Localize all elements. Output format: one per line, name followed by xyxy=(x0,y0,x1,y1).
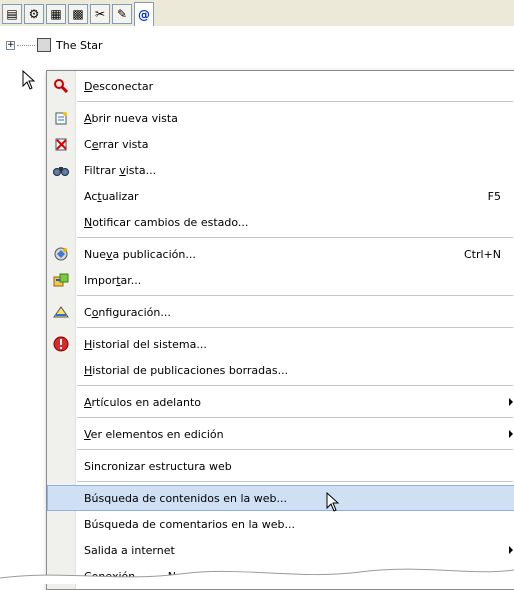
menu-separator xyxy=(77,449,513,450)
menu-item-label: Sincronizar estructura web xyxy=(84,459,232,473)
menu-item-filtrar-vista[interactable]: Filtrar vista... xyxy=(47,157,514,183)
submenu-arrow-icon xyxy=(509,546,513,554)
at-icon[interactable]: @ xyxy=(134,2,154,26)
shortcut-label: Ctrl+N xyxy=(463,247,501,261)
menu-item-configuracion[interactable]: Configuración... xyxy=(47,299,514,325)
menu-item-label: Ver elementos en edición xyxy=(84,427,224,441)
history-icon xyxy=(53,336,69,352)
menu-item-importar[interactable]: Importar... xyxy=(47,267,514,293)
tree-node-label: The Star xyxy=(56,38,103,52)
tab-glyph: ✂ xyxy=(94,7,106,21)
menu-item-label: Desconectar xyxy=(84,79,154,93)
menu-item-label: Nueva publicación... xyxy=(84,247,196,261)
menu-item-busqueda-contenidos[interactable]: Búsqueda de contenidos en la web... xyxy=(47,485,514,511)
menu-separator xyxy=(77,295,513,296)
settings-icon xyxy=(53,304,69,320)
menu-item-notificar-cambios[interactable]: Notificar cambios de estado... xyxy=(47,209,514,235)
mouse-pointer-icon xyxy=(326,492,340,512)
tree-connector xyxy=(17,44,35,46)
magnifier-disconnect-icon xyxy=(53,78,69,94)
site-tree: + The Star xyxy=(0,26,514,66)
tab-glyph: ▦ xyxy=(50,7,62,21)
menu-item-label: Actualizar xyxy=(84,189,139,203)
menu-item-busqueda-comentarios[interactable]: Búsqueda de comentarios en la web... xyxy=(47,511,514,537)
menu-item-label: Notificar cambios de estado... xyxy=(84,215,249,229)
menu-item-desconectar[interactable]: Desconectar xyxy=(47,73,514,99)
new-publication-icon xyxy=(53,246,69,262)
menu-item-label: Filtrar vista... xyxy=(84,163,157,177)
menu-item-cerrar-vista[interactable]: Cerrar vista xyxy=(47,131,514,157)
torn-edge-decoration xyxy=(0,568,514,584)
menu-item-articulos-adelanto[interactable]: Artículos en adelanto xyxy=(47,389,514,415)
menu-item-label: Artículos en adelanto xyxy=(84,395,201,409)
menu-item-abrir-nueva-vista[interactable]: Abrir nueva vista xyxy=(47,105,514,131)
menu-item-ver-elementos[interactable]: Ver elementos en edición xyxy=(47,421,514,447)
menu-separator xyxy=(77,101,513,102)
import-icon xyxy=(53,272,69,288)
menu-separator xyxy=(77,385,513,386)
menu-item-label: Historial de publicaciones borradas... xyxy=(84,363,289,377)
context-menu: Desconectar Abrir nueva vista Cerrar vis… xyxy=(46,70,514,590)
shortcut-label: F5 xyxy=(487,189,501,203)
submenu-arrow-icon xyxy=(509,398,513,406)
submenu-arrow-icon xyxy=(509,430,513,438)
tab-glyph: ✎ xyxy=(116,7,128,21)
menu-item-label: Salida a internet xyxy=(84,543,175,557)
expand-icon[interactable]: + xyxy=(6,40,15,50)
menu-separator xyxy=(77,327,513,328)
binoculars-icon xyxy=(53,162,69,178)
palette-icon[interactable]: ▩ xyxy=(68,4,88,24)
tree-node-root[interactable]: + The Star xyxy=(6,37,103,53)
menu-item-actualizar[interactable]: Actualizar F5 xyxy=(47,183,514,209)
menu-item-nueva-publicacion[interactable]: Nueva publicación... Ctrl+N xyxy=(47,241,514,267)
menu-separator xyxy=(77,417,513,418)
menu-item-label: Historial del sistema... xyxy=(84,337,207,351)
menu-separator xyxy=(77,481,513,482)
menu-item-label: Cerrar vista xyxy=(84,137,149,151)
newspaper-icon[interactable]: ▤ xyxy=(2,4,22,24)
tab-glyph: @ xyxy=(138,7,150,22)
menu-item-label: Configuración... xyxy=(84,305,171,319)
toolbar-tab-strip: ▤ ⚙ ▦ ▩ ✂ ✎ @ xyxy=(0,0,514,27)
menu-item-label: Búsqueda de comentarios en la web... xyxy=(84,517,296,531)
menu-item-label: Búsqueda de contenidos en la web... xyxy=(84,491,288,505)
grid-icon[interactable]: ▦ xyxy=(46,4,66,24)
menu-item-historial-borradas[interactable]: Historial de publicaciones borradas... xyxy=(47,357,514,383)
tab-glyph: ▩ xyxy=(72,7,84,21)
menu-item-label: Importar... xyxy=(84,273,142,287)
menu-separator xyxy=(77,237,513,238)
tab-glyph: ▤ xyxy=(6,7,18,21)
menu-item-historial-sistema[interactable]: Historial del sistema... xyxy=(47,331,514,357)
new-view-icon xyxy=(53,110,69,126)
close-view-icon xyxy=(53,136,69,152)
wrench-icon[interactable]: ✎ xyxy=(112,4,132,24)
newspaper-node-icon xyxy=(37,38,51,52)
menu-item-label: Abrir nueva vista xyxy=(84,111,178,125)
tab-glyph: ⚙ xyxy=(28,7,40,21)
mouse-pointer-icon xyxy=(22,70,36,90)
tools-icon[interactable]: ✂ xyxy=(90,4,110,24)
gear-icon[interactable]: ⚙ xyxy=(24,4,44,24)
menu-item-sincronizar[interactable]: Sincronizar estructura web xyxy=(47,453,514,479)
